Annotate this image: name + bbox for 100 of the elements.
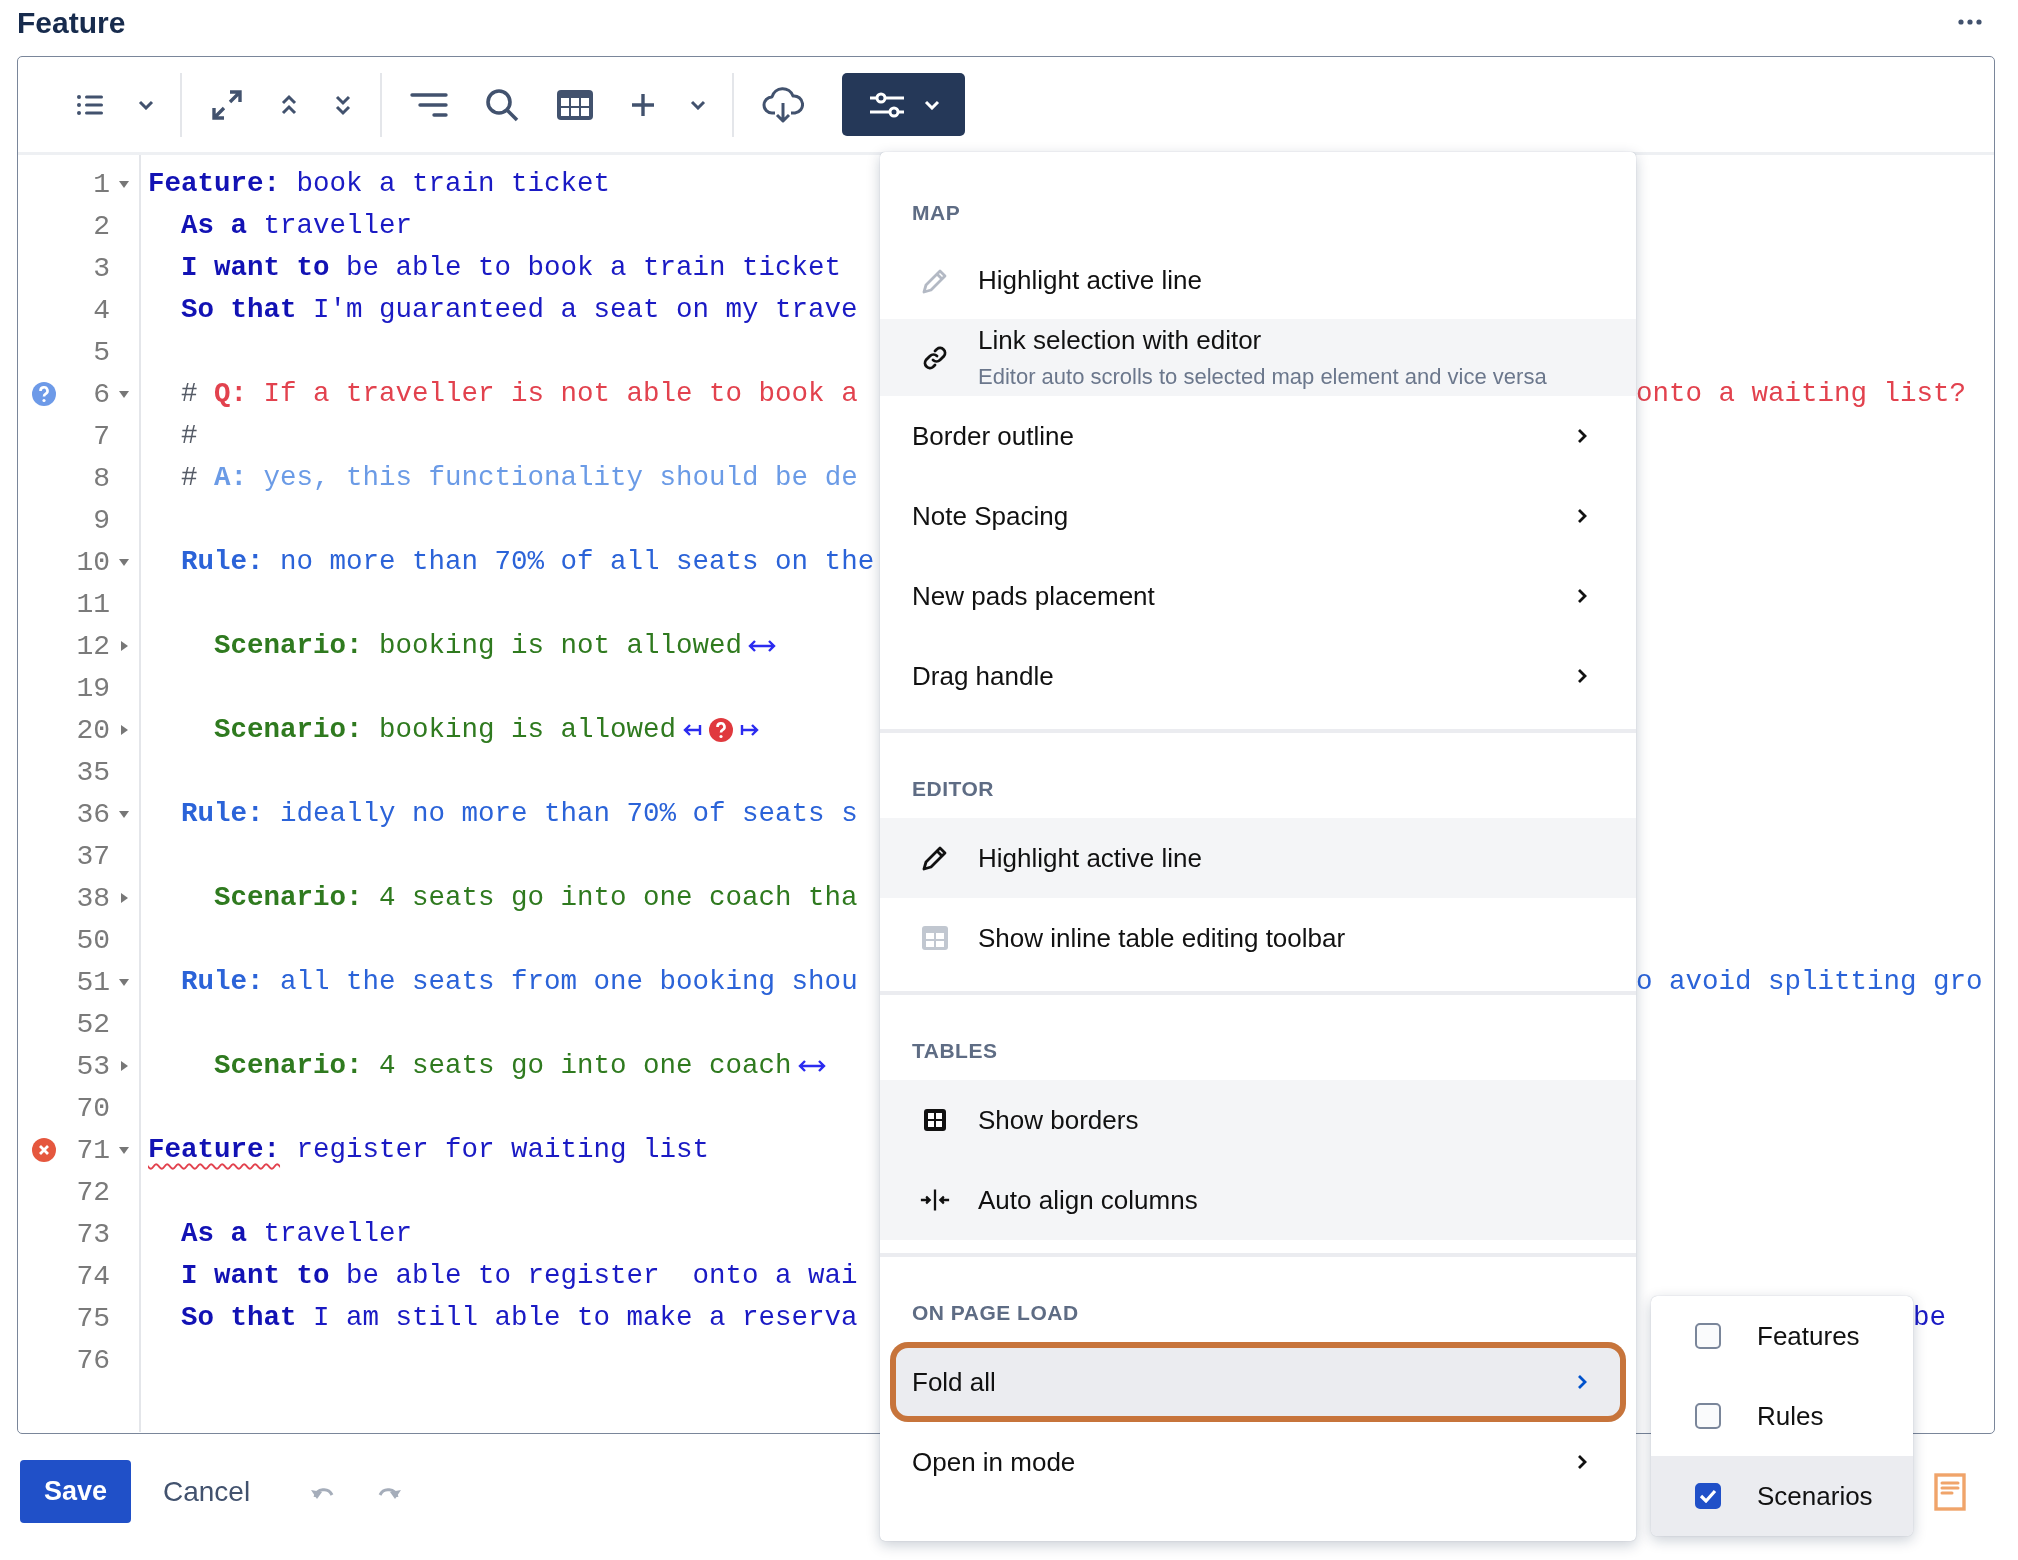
line-number: 10 xyxy=(75,546,110,578)
menu-item[interactable]: Highlight active line xyxy=(880,242,1636,319)
chevron-right-icon xyxy=(1576,667,1588,685)
double-arrow-icon[interactable] xyxy=(748,639,777,653)
list-icon[interactable] xyxy=(76,93,104,116)
plus-icon[interactable] xyxy=(630,91,656,118)
line-number: 4 xyxy=(92,294,110,326)
arrow-to-right-icon[interactable] xyxy=(740,723,761,737)
menu-item[interactable]: Highlight active line xyxy=(880,818,1636,898)
more-icon[interactable] xyxy=(1958,19,1982,25)
line-number: 11 xyxy=(75,588,110,620)
menu-item[interactable]: Open in mode xyxy=(880,1422,1636,1502)
line-number: 3 xyxy=(92,252,110,284)
checkbox-label[interactable]: Features xyxy=(1757,1320,1860,1352)
code-line: So that I'm guaranteed a seat on my trave xyxy=(180,293,858,327)
line-number: 2 xyxy=(92,210,110,242)
chevron-down-icon xyxy=(923,99,940,110)
line-number: 50 xyxy=(75,924,110,956)
line-number: 12 xyxy=(75,630,110,662)
chevron-right-icon xyxy=(1576,507,1588,525)
sliders-icon xyxy=(867,90,906,119)
menu-item[interactable]: Auto align columns xyxy=(880,1160,1636,1240)
chevron-right-icon xyxy=(1576,587,1588,605)
fold-down-icon[interactable] xyxy=(118,808,130,820)
fold-down-icon[interactable] xyxy=(118,976,130,988)
align-columns-icon xyxy=(920,1187,950,1213)
fold-right-icon[interactable] xyxy=(118,892,130,904)
fold-right-icon[interactable] xyxy=(118,724,130,736)
line-number: 70 xyxy=(75,1092,110,1124)
cloud-download-icon[interactable] xyxy=(762,85,804,124)
line-number: 53 xyxy=(75,1050,110,1082)
chevron-down-icon[interactable] xyxy=(690,99,706,110)
arrow-to-left-icon[interactable] xyxy=(682,723,703,737)
menu-item[interactable]: Drag handle xyxy=(880,636,1636,716)
code-line: # xyxy=(180,419,198,453)
menu-item[interactable]: Show inline table editing toolbar xyxy=(880,898,1636,978)
line-number: 52 xyxy=(75,1008,110,1040)
menu-item[interactable]: Note Spacing xyxy=(880,476,1636,556)
collapse-up-icon[interactable] xyxy=(280,92,298,117)
code-line: As a traveller xyxy=(180,1217,413,1251)
code-line: Rule: all the seats from one booking shou xyxy=(180,965,858,999)
line-number: 7 xyxy=(92,420,110,452)
line-number: 36 xyxy=(75,798,110,830)
line-number: 74 xyxy=(75,1260,110,1292)
fold-down-icon[interactable] xyxy=(118,556,130,568)
menu-item[interactable]: Fold all xyxy=(890,1342,1626,1422)
cancel-button[interactable]: Cancel xyxy=(151,1467,263,1516)
checkbox[interactable] xyxy=(1695,1323,1721,1349)
section-heading: MAP xyxy=(911,200,962,226)
line-number: 1 xyxy=(92,168,110,200)
code-line: As a traveller xyxy=(180,209,413,243)
checkbox-label[interactable]: Rules xyxy=(1757,1400,1824,1432)
code-line: I want to be able to book a train ticket xyxy=(180,251,842,285)
line-number: 37 xyxy=(75,840,110,872)
line-number: 73 xyxy=(75,1218,110,1250)
double-arrow-icon[interactable] xyxy=(797,1059,826,1073)
fold-down-icon[interactable] xyxy=(118,178,130,190)
chevron-down-icon[interactable] xyxy=(138,99,154,110)
section-heading: ON PAGE LOAD xyxy=(911,1300,1080,1326)
line-number: 75 xyxy=(75,1302,110,1334)
menu-item[interactable]: New pads placement xyxy=(880,556,1636,636)
table-icon[interactable] xyxy=(556,88,594,121)
code-line: # A: yes, this functionality should be de xyxy=(180,461,858,495)
code-line: Rule: ideally no more than 70% of seats s xyxy=(180,797,858,831)
question-icon[interactable] xyxy=(708,717,735,743)
code-line: Scenario: booking is not allowed xyxy=(213,629,743,663)
fold-down-icon[interactable] xyxy=(118,388,130,400)
settings-menu-button[interactable] xyxy=(842,73,965,136)
checkbox[interactable] xyxy=(1695,1483,1721,1509)
expand-icon[interactable] xyxy=(210,87,244,122)
section-heading: TABLES xyxy=(911,1038,999,1064)
fold-right-icon[interactable] xyxy=(118,1060,130,1072)
menu-item[interactable]: Border outline xyxy=(880,396,1636,476)
line-number: 72 xyxy=(75,1176,110,1208)
code-line: o avoid splitting gro xyxy=(1636,966,1983,997)
line-number: 8 xyxy=(92,462,110,494)
section-heading: EDITOR xyxy=(911,776,995,802)
code-line: # Q: If a traveller is not able to book a xyxy=(180,377,858,411)
check-icon xyxy=(1699,1489,1717,1503)
chevron-right-icon xyxy=(1576,1373,1588,1391)
code-line: Feature: book a train ticket xyxy=(148,167,611,201)
line-number: 20 xyxy=(75,714,110,746)
line-number: 9 xyxy=(92,504,110,536)
fold-down-icon[interactable] xyxy=(118,1144,130,1156)
filter-lines-icon[interactable] xyxy=(410,91,448,118)
menu-item[interactable]: Show borders xyxy=(880,1080,1636,1160)
code-line: onto a waiting list? xyxy=(1636,378,1967,409)
search-icon[interactable] xyxy=(484,86,520,123)
line-number: 71 xyxy=(75,1134,110,1166)
menu-item[interactable]: Link selection with editor Editor auto scrolls to selected map element and vice versa xyxy=(880,319,1636,396)
grid-icon xyxy=(923,1108,947,1132)
checkbox-label[interactable]: Scenarios xyxy=(1757,1480,1873,1512)
fold-right-icon[interactable] xyxy=(118,640,130,652)
table-icon xyxy=(921,925,949,951)
save-button[interactable]: Save xyxy=(20,1460,131,1523)
line-number: 35 xyxy=(75,756,110,788)
code-line: Rule: no more than 70% of all seats on the xyxy=(180,545,875,579)
code-line: Feature: register for waiting list xyxy=(148,1133,710,1167)
line-number: 5 xyxy=(92,336,110,368)
checkbox[interactable] xyxy=(1695,1403,1721,1429)
